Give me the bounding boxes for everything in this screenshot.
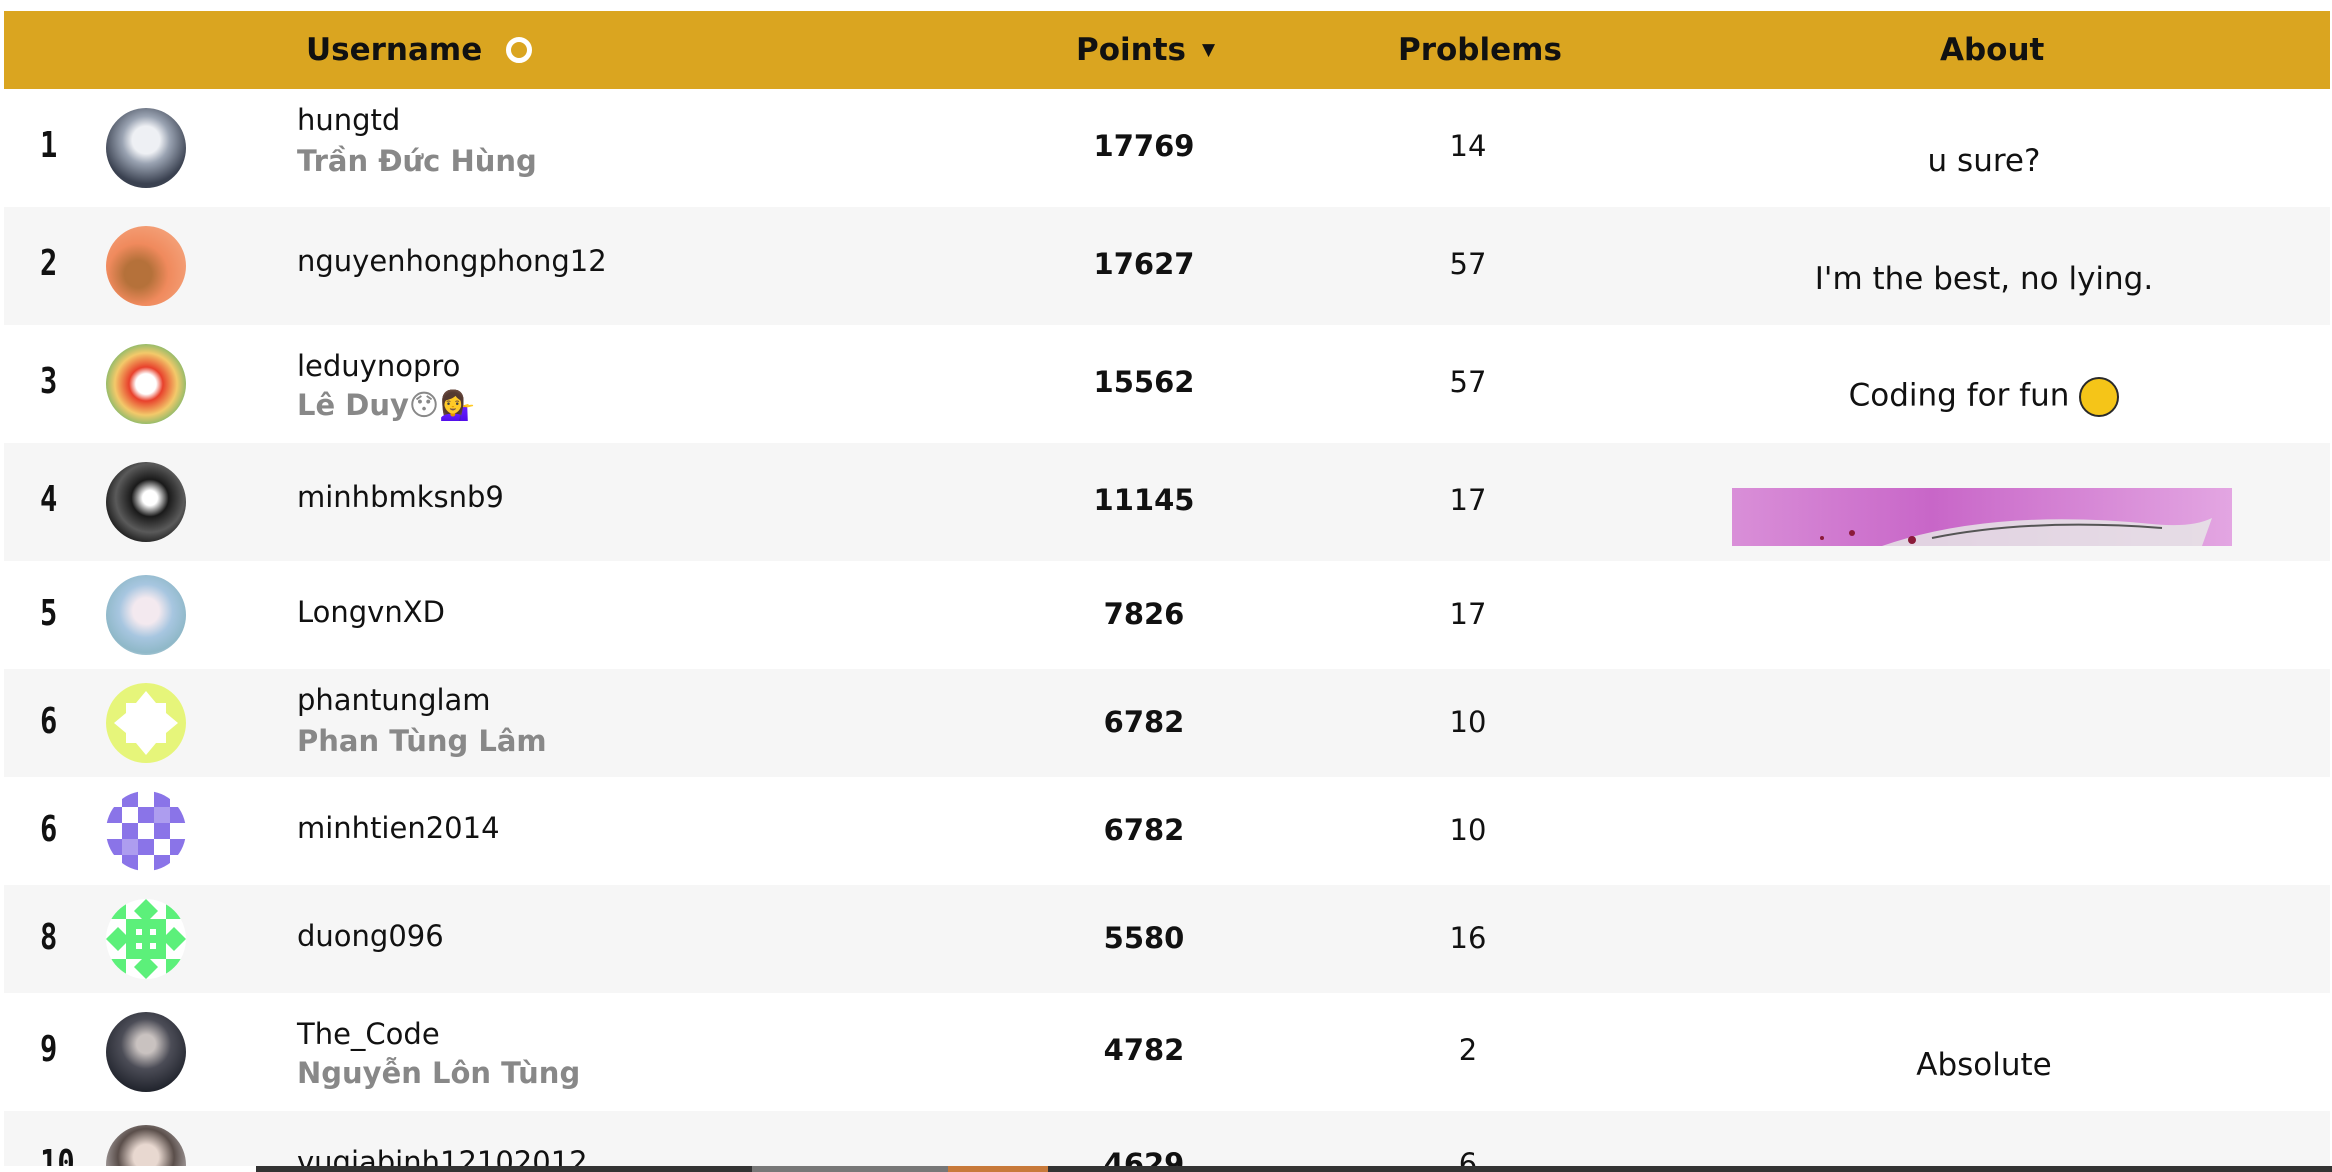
rank-number: 6 [40,809,58,850]
user-avatar[interactable] [106,344,186,424]
user-fullname: Phan Tùng Lâm [297,724,547,758]
rank-number: 2 [40,243,58,284]
horizontal-scrollbar[interactable] [0,1166,2332,1172]
problems-count: 10 [1449,705,1487,739]
table-header: Username Points ▼ Problems About [4,11,2330,89]
points-value: 11145 [1093,483,1195,517]
points-value: 6782 [1103,705,1185,739]
identicon-avatar[interactable] [106,791,186,871]
user-avatar[interactable] [106,226,186,306]
points-value: 17769 [1093,129,1195,163]
table-row: 2 nguyenhongphong12 17627 57 I'm the bes… [4,207,2330,325]
problems-count: 14 [1449,129,1487,163]
about-banner-art [1820,518,2212,546]
username-column-header[interactable]: Username [306,11,533,89]
sort-descending-icon: ▼ [1201,40,1216,60]
username-link[interactable]: leduynopro [297,349,460,383]
problems-count: 17 [1449,483,1487,517]
username-link[interactable]: minhtien2014 [297,811,500,845]
rank-number: 1 [40,125,58,166]
problems-count: 57 [1449,247,1487,281]
rank-number: 6 [40,701,58,742]
table-row: 4 minhbmksnb9 11145 17 [4,443,2330,561]
table-row: 6 phantunglam Phan Tùng Lâm 6782 10 [4,669,2330,777]
rank-number: 5 [40,593,58,634]
scrollbar-segment [948,1166,1048,1172]
about-text: u sure? [1927,143,2041,179]
problems-count: 16 [1449,921,1487,955]
username-link[interactable]: The_Code [297,1017,440,1051]
identicon-avatar[interactable] [106,899,186,979]
table-row: 9 The_Code Nguyễn Lôn Tùng 4782 2 Absolu… [4,993,2330,1111]
user-avatar[interactable] [106,462,186,542]
identicon-purple-icon [106,791,186,871]
username-link[interactable]: nguyenhongphong12 [297,244,607,278]
points-value: 4782 [1103,1033,1185,1067]
points-value: 17627 [1093,247,1195,281]
rank-number: 3 [40,361,58,402]
problems-column-header[interactable]: Problems [1398,11,1562,89]
user-avatar[interactable] [106,1012,186,1092]
about-banner-image [1732,488,2232,546]
ranking-table: Username Points ▼ Problems About 1 hungt… [4,11,2330,1171]
table-row: 5 LongvnXD 7826 17 [4,561,2330,669]
about-column-header: About [1940,11,2044,89]
username-link[interactable]: LongvnXD [297,595,445,629]
user-fullname: Trần Đức Hùng [297,144,537,178]
about-text: Absolute [1916,1047,2052,1083]
username-link[interactable]: minhbmksnb9 [297,480,504,514]
username-link[interactable]: duong096 [297,919,444,953]
scrollbar-gap [0,1166,256,1172]
table-row: 3 leduynopro Lê Duy😯💁‍♀️ 15562 57 Coding… [4,325,2330,443]
username-link[interactable]: hungtd [297,103,400,137]
table-row: 10 vugiabinh12102012 4629 6 [4,1111,2330,1171]
table-row: 8 duong096 5580 16 [4,885,2330,993]
points-value: 15562 [1093,365,1195,399]
identicon-green-icon [106,899,186,979]
problems-count: 10 [1449,813,1487,847]
points-column-header[interactable]: Points ▼ [1076,11,1215,89]
points-value: 5580 [1103,921,1185,955]
table-row: 6 minhtien2014 6782 10 [4,777,2330,885]
user-avatar[interactable] [106,108,186,188]
problems-header-label: Problems [1398,32,1562,68]
user-avatar[interactable] [106,1125,186,1171]
user-avatar[interactable] [106,575,186,655]
user-fullname: Nguyễn Lôn Tùng [297,1056,581,1090]
about-text-label: Coding for fun [1848,377,2070,414]
user-fullname: Lê Duy😯💁‍♀️ [297,388,476,422]
sort-toggle-icon[interactable] [506,37,533,63]
problems-count: 17 [1449,597,1487,631]
rank-number: 8 [40,917,58,958]
identicon-yellow-icon [106,683,186,763]
about-text: Coding for fun [1684,377,2284,417]
points-header-label: Points [1076,32,1186,68]
points-value: 7826 [1103,597,1185,631]
rank-number: 9 [40,1029,58,1070]
smiley-face-icon [2079,377,2120,417]
about-header-label: About [1940,32,2045,68]
about-text: I'm the best, no lying. [1814,261,2154,297]
table-row: 1 hungtd Trần Đức Hùng 17769 14 u sure? [4,89,2330,207]
username-header-label: Username [306,32,483,68]
identicon-avatar[interactable] [106,683,186,763]
problems-count: 2 [1458,1033,1478,1067]
username-link[interactable]: phantunglam [297,683,491,717]
points-value: 6782 [1103,813,1185,847]
problems-count: 57 [1449,365,1487,399]
rank-number: 4 [40,479,58,520]
scrollbar-thumb[interactable] [752,1166,948,1172]
